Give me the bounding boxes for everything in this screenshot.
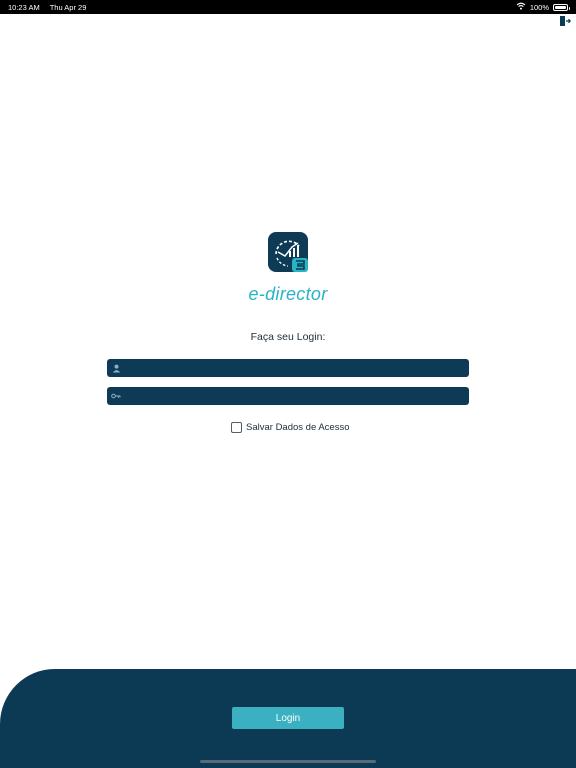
app-name: e-director — [248, 284, 328, 304]
logout-button[interactable] — [559, 14, 572, 32]
username-input[interactable] — [121, 359, 469, 377]
remember-label: Salvar Dados de Acesso — [246, 422, 350, 433]
password-input[interactable] — [121, 387, 469, 405]
key-icon — [111, 391, 121, 401]
status-bar: 10:23 AM Thu Apr 29 100% — [0, 0, 576, 14]
battery-icon — [553, 3, 570, 11]
remember-checkbox[interactable] — [231, 422, 242, 433]
username-field[interactable] — [107, 359, 469, 377]
status-date: Thu Apr 29 — [49, 2, 87, 12]
status-left: 10:23 AM Thu Apr 29 — [8, 3, 86, 12]
status-time: 10:23 AM — [8, 2, 40, 12]
remember-checkbox-row[interactable]: Salvar Dados de Acesso — [231, 422, 350, 433]
login-button[interactable]: Login — [232, 707, 344, 729]
home-indicator — [200, 760, 376, 763]
user-icon — [111, 363, 121, 373]
password-field[interactable] — [107, 387, 469, 405]
logout-icon — [559, 14, 572, 32]
battery-percent: 100% — [529, 2, 549, 12]
login-heading: Faça seu Login: — [250, 331, 326, 343]
wifi-icon — [516, 2, 526, 12]
battery-level — [555, 5, 566, 9]
e-director-logo — [268, 232, 308, 272]
status-right: 100% — [516, 2, 570, 12]
